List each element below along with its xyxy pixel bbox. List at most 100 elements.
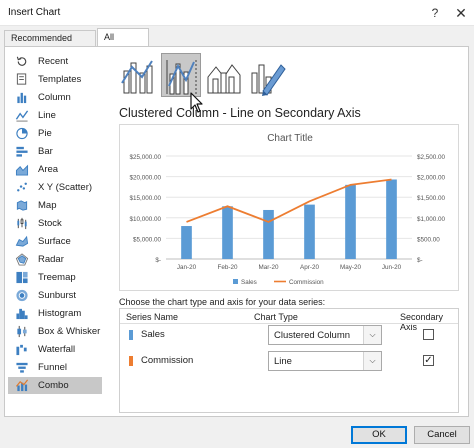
box-whisker-chart-icon <box>17 325 27 338</box>
header-chart-type: Chart Type <box>254 312 298 322</box>
surface-chart-icon <box>15 235 29 247</box>
series-name: Sales <box>141 329 165 340</box>
sidebar-item-label: Templates <box>38 74 82 85</box>
chart-subtype-heading: Clustered Column - Line on Secondary Axi… <box>119 106 361 120</box>
cancel-button[interactable]: Cancel <box>414 426 470 444</box>
sidebar-item-label: Area <box>38 164 59 175</box>
pie-chart-icon <box>16 127 28 140</box>
sidebar-item-label: Column <box>38 92 71 103</box>
clustered-column-line-secondary-icon[interactable] <box>161 53 201 97</box>
tab-all-charts[interactable]: All Charts <box>97 28 149 59</box>
sidebar-item-label: Stock <box>38 218 62 229</box>
sidebar-item-radar[interactable]: Radar <box>8 251 102 268</box>
tab-strip: Recommended Charts All Charts <box>0 28 474 59</box>
tab-recommended-charts[interactable]: Recommended Charts <box>4 30 96 58</box>
sales-bar <box>304 204 315 259</box>
sidebar-item-label: Pie <box>38 128 52 139</box>
scatter-chart-icon <box>17 182 27 192</box>
dialog-title: Insert Chart <box>8 7 61 18</box>
y2-tick-label: $- <box>417 257 423 264</box>
sidebar-item-area[interactable]: Area <box>8 161 102 178</box>
funnel-chart-icon <box>16 362 28 373</box>
sidebar-item-sunburst[interactable]: Sunburst <box>8 287 102 304</box>
legend-swatch-sales <box>233 279 238 284</box>
sidebar-item-label: Sunburst <box>38 290 77 301</box>
title-bar: Insert Chart ? ✕ <box>0 0 474 26</box>
sidebar-item-label: Recent <box>38 56 69 67</box>
sales-bar <box>386 179 397 259</box>
chevron-down-icon[interactable]: ⌵ <box>363 326 381 344</box>
close-button[interactable]: ✕ <box>450 3 472 23</box>
series-table: Series Name Chart Type Secondary Axis Sa… <box>119 308 459 413</box>
histogram-chart-icon <box>16 308 28 320</box>
stock-chart-icon <box>17 217 27 230</box>
x-tick-label: Jun-20 <box>382 264 402 271</box>
sidebar-item-label: Radar <box>38 254 64 265</box>
templates-icon <box>16 73 27 85</box>
sidebar-item-scatter[interactable]: X Y (Scatter) <box>8 179 102 196</box>
sales-bar <box>263 209 274 259</box>
y2-tick-label: $1,500.00 <box>417 195 446 202</box>
secondary-axis-checkbox[interactable]: ✓ <box>423 355 434 366</box>
sidebar-item-box-whisker[interactable]: Box & Whisker <box>8 323 102 340</box>
sidebar-item-waterfall[interactable]: Waterfall <box>8 341 102 358</box>
waterfall-chart-icon <box>16 344 27 356</box>
sidebar-item-treemap[interactable]: Treemap <box>8 269 102 286</box>
sidebar-item-column[interactable]: Column <box>8 89 102 106</box>
series-color-swatch <box>129 330 133 340</box>
map-chart-icon <box>16 200 28 211</box>
chart-type-select[interactable]: Clustered Column ⌵ <box>268 325 382 345</box>
chart-preview: Chart Title $25,000.00 $20,000.00 $15,000.0… <box>119 124 459 291</box>
radar-chart-icon <box>15 253 29 266</box>
y-tick-label: $20,000.00 <box>129 175 161 182</box>
sidebar-item-combo[interactable]: Combo <box>8 377 102 394</box>
sidebar-item-label: Waterfall <box>38 344 76 355</box>
treemap-chart-icon <box>16 271 28 284</box>
sidebar-item-map[interactable]: Map <box>8 197 102 214</box>
line-chart-icon <box>15 110 29 122</box>
secondary-axis-checkbox[interactable] <box>423 329 434 340</box>
sidebar-item-label: Line <box>38 110 56 121</box>
column-chart-icon <box>17 92 27 104</box>
sidebar-item-recent[interactable]: Recent <box>8 53 102 70</box>
sidebar-item-stock[interactable]: Stock <box>8 215 102 232</box>
chart-type-select[interactable]: Line ⌵ <box>268 351 382 371</box>
custom-combination-icon[interactable] <box>247 53 287 97</box>
sidebar-item-label: Box & Whisker <box>38 326 101 337</box>
sidebar-item-label: Treemap <box>38 272 76 283</box>
chevron-down-icon[interactable]: ⌵ <box>363 352 381 370</box>
sidebar-item-label: Funnel <box>38 362 68 373</box>
y-tick-label: $- <box>155 257 161 264</box>
y-tick-label: $15,000.00 <box>129 195 161 202</box>
combo-chart-icon <box>15 379 29 392</box>
sidebar-item-bar[interactable]: Bar <box>8 143 102 160</box>
sidebar-item-label: X Y (Scatter) <box>38 182 93 193</box>
sidebar-item-label: Bar <box>38 146 53 157</box>
stacked-area-column-icon[interactable] <box>204 53 244 97</box>
sidebar-item-label: Histogram <box>38 308 82 319</box>
sidebar-item-surface[interactable]: Surface <box>8 233 102 250</box>
sidebar-item-templates[interactable]: Templates <box>8 71 102 88</box>
sidebar-item-pie[interactable]: Pie <box>8 125 102 142</box>
chart-type-value: Clustered Column <box>274 330 351 341</box>
sidebar-item-histogram[interactable]: Histogram <box>8 305 102 322</box>
commission-line <box>186 178 392 223</box>
legend-label-commission: Commission <box>289 279 324 286</box>
sidebar-item-line[interactable]: Line <box>8 107 102 124</box>
chart-title: Chart Title <box>267 133 313 144</box>
clustered-column-line-icon[interactable] <box>118 53 158 97</box>
y2-tick-label: $2,500.00 <box>417 154 446 161</box>
x-tick-label: Feb-20 <box>218 264 238 271</box>
combo-chart: Chart Title $25,000.00 $20,000.00 $15,000.0… <box>129 133 446 286</box>
bar-chart-icon <box>16 146 28 157</box>
recent-icon <box>16 56 27 66</box>
ok-button[interactable]: OK <box>351 426 407 444</box>
sidebar-item-funnel[interactable]: Funnel <box>8 359 102 376</box>
legend-label-sales: Sales <box>241 279 257 286</box>
y2-tick-label: $1,000.00 <box>417 216 446 223</box>
table-row: Commission Line ⌵ ✓ <box>120 350 458 372</box>
series-name: Commission <box>141 355 194 366</box>
sales-bar <box>222 206 233 259</box>
x-tick-label: Apr-20 <box>300 264 319 271</box>
help-button[interactable]: ? <box>424 3 446 23</box>
